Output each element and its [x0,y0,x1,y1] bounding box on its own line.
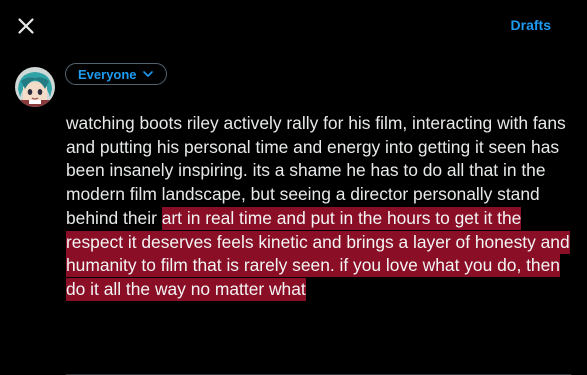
close-button[interactable] [14,14,38,38]
post-text-editor[interactable]: watching boots riley actively rally for … [66,112,571,302]
close-icon [18,18,34,34]
drafts-button[interactable]: Drafts [511,17,551,33]
chevron-down-icon [142,71,153,77]
audience-label: Everyone [78,66,137,82]
composer-header: Drafts [0,0,587,52]
avatar[interactable] [15,67,55,107]
user-avatar-image [15,67,55,107]
audience-selector-button[interactable]: Everyone [65,63,167,85]
